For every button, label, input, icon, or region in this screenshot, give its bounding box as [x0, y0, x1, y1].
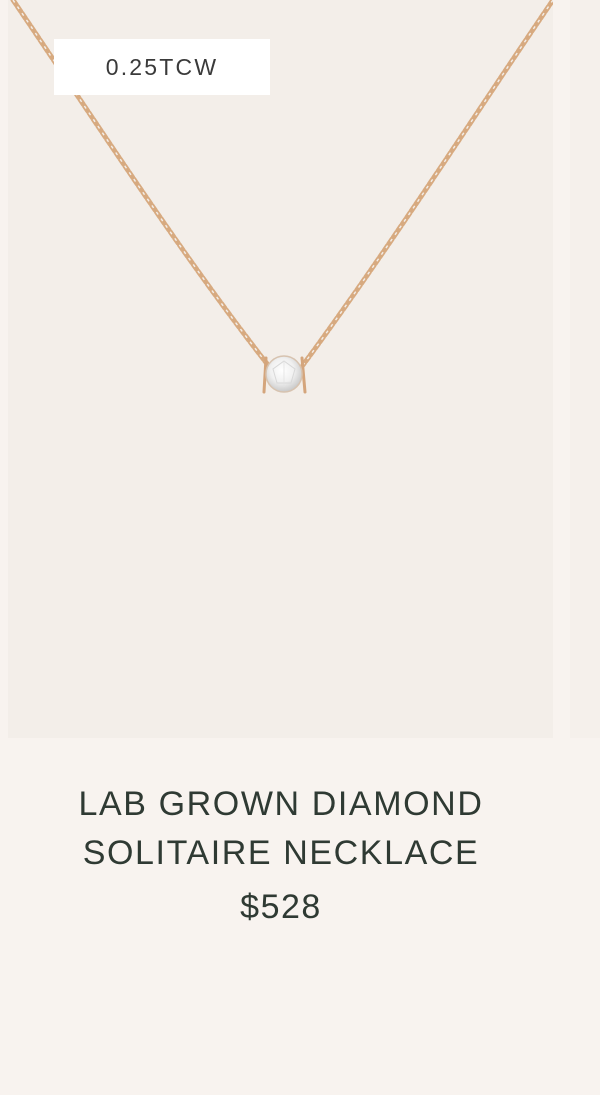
product-page: 0.25TCW LAB GROWN DIAMOND SOLITAIRE NECK… — [0, 0, 600, 1095]
next-product-card-edge[interactable] — [570, 0, 600, 738]
product-card[interactable]: 0.25TCW LAB GROWN DIAMOND SOLITAIRE NECK… — [0, 0, 600, 1095]
solitaire-necklace-image — [10, 0, 553, 394]
carat-weight-badge: 0.25TCW — [54, 39, 270, 95]
product-image[interactable]: 0.25TCW — [8, 0, 553, 738]
product-title[interactable]: LAB GROWN DIAMOND SOLITAIRE NECKLACE — [0, 780, 562, 878]
product-price: $528 — [240, 888, 322, 926]
